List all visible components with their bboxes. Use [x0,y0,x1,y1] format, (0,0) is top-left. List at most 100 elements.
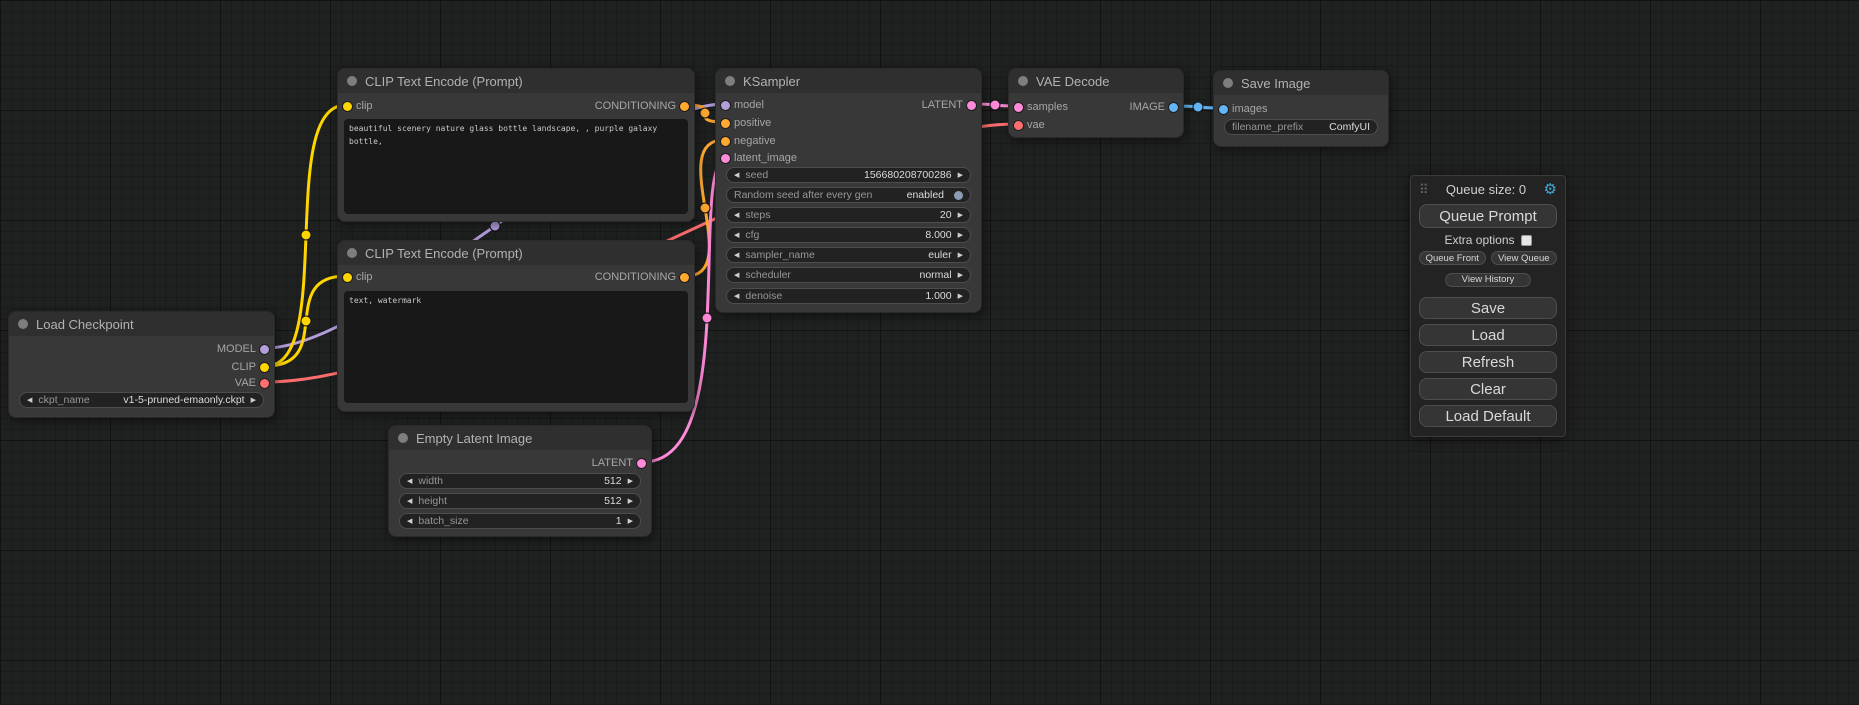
input-slot-positive[interactable]: positive [716,116,981,130]
increment-arrow-icon[interactable]: ▶ [958,172,963,179]
link-midpoint-dot [700,108,710,118]
input-slot-latent-image[interactable]: latent_image [716,151,981,165]
collapse-dot-icon[interactable] [347,248,357,258]
widget-width[interactable]: ◀ width 512 ▶ [399,473,641,489]
node-title-bar[interactable]: KSampler [716,69,981,93]
output-slot-clip[interactable]: CLIP [9,360,274,374]
node-title-bar[interactable]: CLIP Text Encode (Prompt) [338,241,694,265]
widget-sampler-name[interactable]: ◀ sampler_name euler ▶ [726,247,971,263]
decrement-arrow-icon[interactable]: ◀ [27,397,32,404]
decrement-arrow-icon[interactable]: ◀ [407,478,412,485]
input-slot-vae[interactable]: vae [1009,118,1183,132]
increment-arrow-icon[interactable]: ▶ [958,212,963,219]
refresh-button[interactable]: Refresh [1419,351,1557,373]
widget-value: 8.000 [925,229,951,241]
widget-seed[interactable]: ◀ seed 156680208700286 ▶ [726,167,971,183]
clear-button[interactable]: Clear [1419,378,1557,400]
collapse-dot-icon[interactable] [398,433,408,443]
input-port-images[interactable] [1219,105,1228,114]
output-port-vae[interactable] [260,379,269,388]
output-port-image[interactable] [1169,103,1178,112]
decrement-arrow-icon[interactable]: ◀ [734,172,739,179]
increment-arrow-icon[interactable]: ▶ [958,252,963,259]
collapse-dot-icon[interactable] [18,319,28,329]
widget-steps[interactable]: ◀ steps 20 ▶ [726,207,971,223]
input-port-negative[interactable] [721,137,730,146]
node-ksampler[interactable]: KSampler model positive negative latent_… [715,68,982,313]
increment-arrow-icon[interactable]: ▶ [251,397,256,404]
increment-arrow-icon[interactable]: ▶ [628,518,633,525]
node-clip-text-encode-positive[interactable]: CLIP Text Encode (Prompt) clip CONDITION… [337,68,695,222]
increment-arrow-icon[interactable]: ▶ [958,272,963,279]
increment-arrow-icon[interactable]: ▶ [958,232,963,239]
prompt-textarea[interactable]: beautiful scenery nature glass bottle la… [344,119,688,214]
output-slot-conditioning[interactable]: CONDITIONING [338,99,694,113]
input-slot-images[interactable]: images [1214,102,1388,116]
widget-value: normal [920,269,952,281]
input-port-positive[interactable] [721,119,730,128]
widget-random-seed-toggle[interactable]: Random seed after every gen enabled [726,187,971,203]
widget-ckpt-name[interactable]: ◀ ckpt_name v1-5-pruned-emaonly.ckpt ▶ [19,392,264,408]
settings-gear-icon[interactable]: ⚙ [1544,182,1557,197]
input-port-vae[interactable] [1014,121,1023,130]
widget-height[interactable]: ◀ height 512 ▶ [399,493,641,509]
output-port-latent[interactable] [637,459,646,468]
node-save-image[interactable]: Save Image images filename_prefix ComfyU… [1213,70,1389,147]
input-port-latent-image[interactable] [721,154,730,163]
decrement-arrow-icon[interactable]: ◀ [734,293,739,300]
output-port-conditioning[interactable] [680,273,689,282]
widget-batch-size[interactable]: ◀ batch_size 1 ▶ [399,513,641,529]
decrement-arrow-icon[interactable]: ◀ [734,212,739,219]
queue-prompt-button[interactable]: Queue Prompt [1419,204,1557,228]
decrement-arrow-icon[interactable]: ◀ [734,232,739,239]
node-clip-text-encode-negative[interactable]: CLIP Text Encode (Prompt) clip CONDITION… [337,240,695,412]
load-button[interactable]: Load [1419,324,1557,346]
output-slot-model[interactable]: MODEL [9,342,274,356]
output-slot-vae[interactable]: VAE [9,376,274,390]
drag-handle-icon[interactable]: ⠿ [1419,183,1429,196]
node-title-bar[interactable]: Save Image [1214,71,1388,95]
view-queue-button[interactable]: View Queue [1491,251,1558,265]
widget-denoise[interactable]: ◀ denoise 1.000 ▶ [726,288,971,304]
increment-arrow-icon[interactable]: ▶ [628,478,633,485]
collapse-dot-icon[interactable] [1223,78,1233,88]
output-slot-image[interactable]: IMAGE [1009,100,1183,114]
input-slot-negative[interactable]: negative [716,134,981,148]
node-title-bar[interactable]: Empty Latent Image [389,426,651,450]
output-port-model[interactable] [260,345,269,354]
view-history-button[interactable]: View History [1445,273,1531,287]
save-button[interactable]: Save [1419,297,1557,319]
decrement-arrow-icon[interactable]: ◀ [734,252,739,259]
decrement-arrow-icon[interactable]: ◀ [407,518,412,525]
toggle-on-dot[interactable] [954,191,963,200]
widget-filename-prefix[interactable]: filename_prefix ComfyUI [1224,119,1378,135]
decrement-arrow-icon[interactable]: ◀ [734,272,739,279]
output-slot-conditioning[interactable]: CONDITIONING [338,270,694,284]
node-graph-canvas[interactable]: Load Checkpoint MODEL CLIP VAE ◀ ckpt_na… [0,0,1859,705]
output-port-clip[interactable] [260,363,269,372]
output-port-conditioning[interactable] [680,102,689,111]
prompt-textarea[interactable]: text, watermark [344,291,688,403]
queue-front-button[interactable]: Queue Front [1419,251,1486,265]
increment-arrow-icon[interactable]: ▶ [628,498,633,505]
collapse-dot-icon[interactable] [725,76,735,86]
widget-label: denoise [745,290,782,302]
output-slot-latent[interactable]: LATENT [389,456,651,470]
output-port-latent[interactable] [967,101,976,110]
collapse-dot-icon[interactable] [347,76,357,86]
widget-cfg[interactable]: ◀ cfg 8.000 ▶ [726,227,971,243]
extra-options-checkbox[interactable] [1521,235,1532,246]
widget-scheduler[interactable]: ◀ scheduler normal ▶ [726,267,971,283]
output-slot-latent[interactable]: LATENT [716,98,981,112]
node-empty-latent-image[interactable]: Empty Latent Image LATENT ◀ width 512 ▶ … [388,425,652,537]
node-title-bar[interactable]: VAE Decode [1009,69,1183,93]
node-vae-decode[interactable]: VAE Decode samples vae IMAGE [1008,68,1184,138]
node-title-bar[interactable]: Load Checkpoint [9,312,274,336]
increment-arrow-icon[interactable]: ▶ [958,293,963,300]
decrement-arrow-icon[interactable]: ◀ [407,498,412,505]
collapse-dot-icon[interactable] [1018,76,1028,86]
node-load-checkpoint[interactable]: Load Checkpoint MODEL CLIP VAE ◀ ckpt_na… [8,311,275,418]
load-default-button[interactable]: Load Default [1419,405,1557,427]
node-title-bar[interactable]: CLIP Text Encode (Prompt) [338,69,694,93]
widget-label: batch_size [418,515,468,527]
